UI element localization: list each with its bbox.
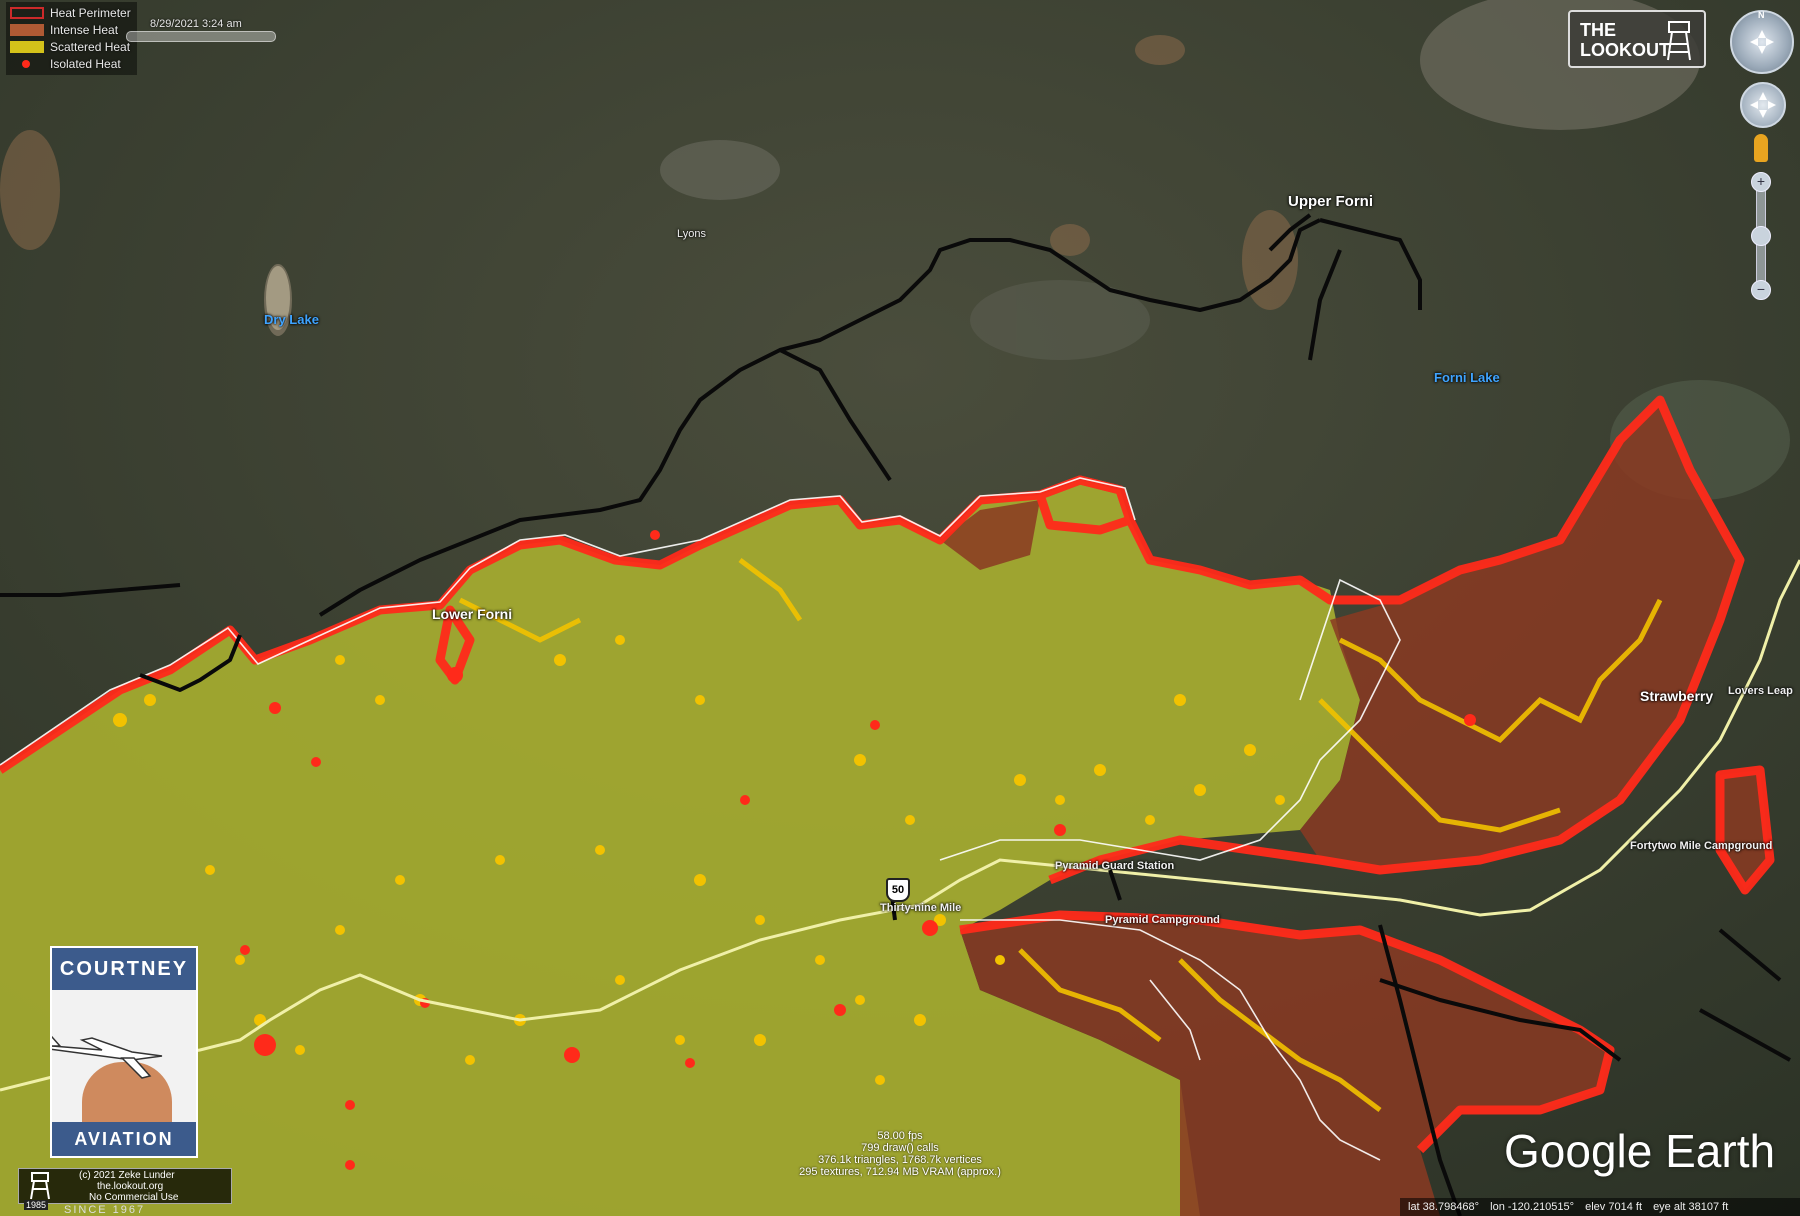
map-viewport[interactable]: Heat Perimeter Intense Heat Scattered He… [0, 0, 1800, 1216]
elevation-readout: elev 7014 ft [1585, 1201, 1642, 1213]
legend-label: Isolated Heat [50, 56, 121, 71]
legend: Heat Perimeter Intense Heat Scattered He… [6, 2, 137, 75]
heat-perimeter-swatch [10, 6, 44, 19]
eye-altitude-readout: eye alt 38107 ft [1653, 1201, 1729, 1213]
legend-label: Heat Perimeter [50, 5, 131, 20]
legend-label: Intense Heat [50, 22, 119, 37]
time-slider[interactable] [126, 31, 276, 42]
credit-line-1: (c) 2021 Zeke Lunder [79, 1170, 175, 1181]
legend-label: Scattered Heat [50, 39, 131, 54]
place-pyramid-campground: Pyramid Campground [1105, 914, 1220, 926]
scattered-heat-swatch [10, 40, 44, 53]
place-forni-lake: Forni Lake [1434, 370, 1500, 385]
pan-arrows-icon [1750, 92, 1776, 118]
render-stats: 58.00 fps 799 draw() calls 376.1k triang… [770, 1130, 1030, 1178]
fps-text: 58.00 fps [877, 1130, 923, 1142]
year-badge: 1985 [24, 1200, 49, 1210]
credit-line-2: the.lookout.org [97, 1181, 164, 1192]
legend-row-intense-heat: Intense Heat [10, 21, 131, 38]
credit-box: (c) 2021 Zeke Lunder the.lookout.org No … [18, 1168, 232, 1204]
zoom-in-button[interactable]: + [1751, 172, 1771, 192]
zoom-thumb[interactable] [1751, 226, 1771, 246]
status-bar: lat 38.798468° lon -120.210515° elev 701… [1400, 1198, 1800, 1216]
since-text: SINCE 1967 [64, 1204, 146, 1216]
google-earth-logo: Google Earth [1504, 1125, 1776, 1177]
courtney-aviation-logo: COURTNEY AVIATION [50, 946, 198, 1158]
highway-shield: 50 [886, 878, 910, 902]
place-fortytwo-mile: Fortytwo Mile Campground [1630, 840, 1773, 852]
place-dry-lake: Dry Lake [264, 312, 319, 327]
airplane-icon [52, 1035, 163, 1079]
compass-control[interactable]: N [1730, 10, 1794, 74]
triangles-text: 376.1k triangles, 1768.7k vertices [818, 1154, 982, 1166]
legend-row-heat-perimeter: Heat Perimeter [10, 4, 131, 21]
courtney-logo-bottom: AVIATION [52, 1122, 196, 1156]
place-thirty-nine-mile: Thirty-nine Mile [880, 902, 962, 914]
legend-row-scattered-heat: Scattered Heat [10, 38, 131, 55]
place-lyons: Lyons [677, 228, 706, 240]
satellite-map[interactable] [0, 0, 1800, 1216]
draw-calls-text: 799 draw() calls [861, 1142, 939, 1154]
courtney-logo-top: COURTNEY [52, 948, 196, 990]
place-upper-forni: Upper Forni [1288, 193, 1373, 210]
place-lower-forni: Lower Forni [432, 606, 513, 622]
intense-heat-swatch [10, 23, 44, 36]
zoom-out-button[interactable]: − [1751, 280, 1771, 300]
timestamp: 8/29/2021 3:24 am [150, 18, 242, 30]
credit-line-3: No Commercial Use [89, 1192, 179, 1203]
textures-text: 295 textures, 712.94 MB VRAM (approx.) [799, 1166, 1001, 1178]
pan-control[interactable] [1740, 82, 1786, 128]
latitude-readout: lat 38.798468° [1408, 1201, 1480, 1213]
longitude-readout: lon -120.210515° [1490, 1201, 1575, 1213]
lookout-tower-icon [1667, 21, 1691, 61]
lookout-tower-small-icon [30, 1172, 50, 1200]
place-strawberry: Strawberry [1640, 688, 1714, 704]
legend-row-isolated-heat: Isolated Heat [10, 55, 131, 72]
lookout-logo: THE LOOKOUT [1568, 10, 1706, 68]
street-view-pegman-icon[interactable] [1754, 134, 1768, 162]
place-lovers-leap: Lovers Leap [1728, 685, 1793, 697]
eye-icon [1750, 30, 1774, 54]
isolated-heat-swatch [10, 58, 44, 70]
place-pyramid-guard-station: Pyramid Guard Station [1055, 860, 1175, 872]
